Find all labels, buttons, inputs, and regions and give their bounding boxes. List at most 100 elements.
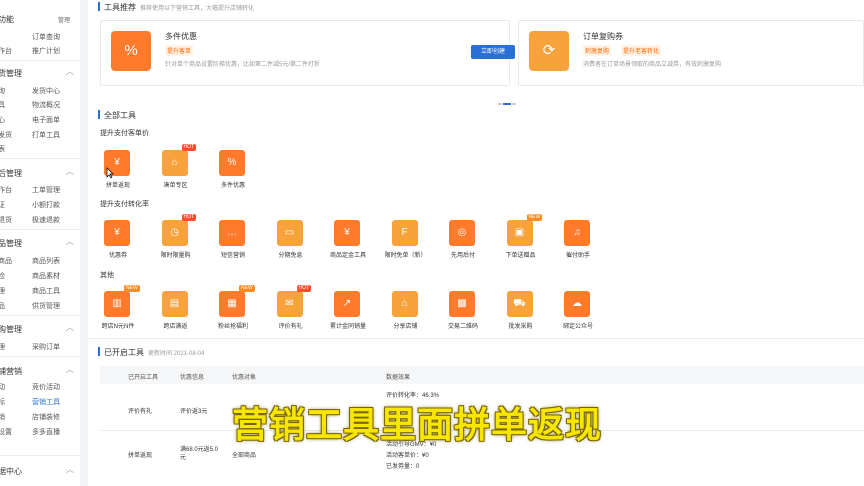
tool-item[interactable]: ◎ 先用后付 xyxy=(437,220,485,270)
tool-icon: ↗ xyxy=(334,291,360,317)
chevron-up-icon[interactable]: ︿ xyxy=(66,66,74,77)
tool-label: 分享店铺 xyxy=(393,324,418,330)
sidebar-divider xyxy=(0,356,80,357)
sidebar-item[interactable]: 发货中心 xyxy=(32,86,60,96)
tool-item[interactable]: ⌂ HOT 凑单专区 xyxy=(150,144,198,200)
tool-item[interactable]: ◷ HOT 限时限量购 xyxy=(150,214,198,270)
tool-item[interactable]: … 短信营销 xyxy=(207,220,255,270)
badge-new: NEW xyxy=(239,285,255,292)
tool-item[interactable]: ¥ 优惠券 xyxy=(92,220,140,270)
sidebar-item[interactable]: 极速退款 xyxy=(32,215,60,225)
tool-item[interactable]: ⌂ 分享店铺 xyxy=(380,291,428,341)
tool-label: 分期免息 xyxy=(278,253,303,259)
card-desc: 消费者在订单场景领取的商品立减券，有效刺激复购 xyxy=(583,62,722,68)
tool-item[interactable]: ▣ NEW 下单送赠品 xyxy=(495,214,543,270)
sidebar-item[interactable]: 电子面单 xyxy=(32,115,60,125)
tool-icon: ¥ xyxy=(104,220,130,246)
sidebar-item[interactable]: 小额打款 xyxy=(32,200,60,210)
chevron-up-icon[interactable]: ︿ xyxy=(66,166,74,177)
create-now-button[interactable]: 立即创建 xyxy=(471,45,515,59)
sidebar-top-badge[interactable]: 管理 xyxy=(58,15,70,24)
sidebar-item-marketing-tools[interactable]: 营销工具 xyxy=(32,397,60,407)
sidebar-item[interactable]: 作台 xyxy=(0,185,12,195)
sidebar-item[interactable]: 工单管理 xyxy=(32,185,60,195)
sidebar-item[interactable]: 理 xyxy=(0,342,5,352)
tool-label: 下单送赠品 xyxy=(505,253,536,259)
sidebar-group-title[interactable]: 品管理 xyxy=(0,238,22,249)
sidebar-item-promotion[interactable]: 推广计划 xyxy=(32,46,60,56)
sidebar-item-order-query[interactable]: 订单查询 xyxy=(32,32,60,42)
column-header: 优惠信息 xyxy=(180,375,205,381)
carousel-dots[interactable] xyxy=(498,92,517,110)
sidebar-item[interactable]: 检 xyxy=(0,271,5,281)
tool-item[interactable]: ▩ 交易二维码 xyxy=(437,291,485,341)
sidebar-item[interactable]: 采购订单 xyxy=(32,342,60,352)
sidebar-item[interactable]: 动 xyxy=(0,382,5,392)
tool-icon: % xyxy=(219,150,245,176)
sidebar-divider xyxy=(0,158,80,159)
sidebar-item[interactable]: 销 xyxy=(0,412,5,422)
sidebar-item[interactable]: 商品列表 xyxy=(32,256,60,266)
carousel-dot-active[interactable] xyxy=(503,103,511,105)
sidebar-item[interactable]: 发货 xyxy=(0,130,12,140)
sidebar-item[interactable]: 供货管理 xyxy=(32,301,60,311)
sidebar-item[interactable]: 具 xyxy=(0,100,5,110)
tool-icon: ◷ xyxy=(161,220,188,246)
tool-icon: ▥ xyxy=(104,291,130,317)
recommend-card[interactable]: ⟳ 订单复购券 刺激复购 提升老客转化 消费者在订单场景领取的商品立减券，有效刺… xyxy=(518,20,864,86)
tool-label: 短信营销 xyxy=(220,253,245,259)
tool-item[interactable]: F 限时免单（新） xyxy=(380,220,428,270)
tool-item[interactable]: ☁ 绑定公众号 xyxy=(552,291,600,341)
tool-icon: ✉ xyxy=(276,291,303,317)
sidebar-item[interactable]: 竞价活动 xyxy=(32,382,60,392)
tool-label: 评价有礼 xyxy=(278,324,303,330)
sidebar-group-title[interactable]: 据中心 xyxy=(0,466,22,477)
carousel-dot[interactable] xyxy=(512,103,516,105)
recommend-card[interactable]: % 多件优惠 提升客单 针对单个商品设置阶梯优惠，比如第二件减5元/第二件打折 … xyxy=(100,20,515,86)
sidebar-item[interactable]: 设置 xyxy=(0,427,12,437)
sidebar-group-title[interactable]: 铺营销 xyxy=(0,366,22,377)
chevron-up-icon[interactable]: ︿ xyxy=(66,364,74,375)
tool-item[interactable]: ↗ 累计金同销量 xyxy=(322,291,370,341)
tool-item[interactable]: ▤ 跨店满返 xyxy=(150,291,198,341)
column-header: 数据效果 xyxy=(386,375,411,381)
sidebar-item[interactable]: 证 xyxy=(0,200,5,210)
sidebar-group-title[interactable]: 购管理 xyxy=(0,324,22,335)
tool-item[interactable]: ¥ 拼单返现 xyxy=(92,150,140,200)
tool-item[interactable]: ¥ 商品定金工具 xyxy=(322,220,370,270)
tool-item[interactable]: % 多件优惠 xyxy=(207,150,255,200)
sidebar-item[interactable]: 多多直播 xyxy=(32,427,60,437)
sidebar-item[interactable]: 表 xyxy=(0,144,5,154)
card-tag: 提升客单 xyxy=(165,45,194,56)
carousel-dot[interactable] xyxy=(498,103,502,105)
tool-item[interactable]: ⛟ 批发采购 xyxy=(495,291,543,341)
category-label: 提升支付转化率 xyxy=(100,201,149,208)
sidebar-item[interactable]: 商品素材 xyxy=(32,271,60,281)
sidebar-item[interactable]: 品 xyxy=(0,301,5,311)
sidebar-item[interactable]: 询 xyxy=(0,86,5,96)
tool-item[interactable]: ▦ NEW 粉丝抢福利 xyxy=(207,285,255,341)
badge-hot: HOT xyxy=(181,144,197,151)
sidebar-item[interactable]: 商品 xyxy=(0,256,12,266)
tool-item[interactable]: ▥ NEW 跨店N元N件 xyxy=(92,285,140,341)
table-cell-target: 全部商品 xyxy=(232,453,257,459)
sidebar-item[interactable]: 物流概况 xyxy=(32,100,60,110)
sidebar-item[interactable]: 理 xyxy=(0,286,5,296)
sidebar-item-workbench[interactable]: 作台 xyxy=(0,46,12,56)
sidebar-item[interactable]: 标 xyxy=(0,397,5,407)
sidebar-group-title[interactable]: 后管理 xyxy=(0,168,22,179)
sidebar-item[interactable]: 商品工具 xyxy=(32,286,60,296)
sidebar-item[interactable]: 店铺装修 xyxy=(32,412,60,422)
chevron-up-icon[interactable]: ︿ xyxy=(66,236,74,247)
tool-item[interactable]: ▭ 分期免息 xyxy=(265,220,313,270)
tool-item[interactable]: ✉ HOT 评价有礼 xyxy=(265,285,313,341)
tool-icon: ▦ xyxy=(219,291,245,317)
sidebar-item[interactable]: 退货 xyxy=(0,215,12,225)
section-bar xyxy=(98,2,100,11)
tool-item[interactable]: ♫ 催付助手 xyxy=(552,220,600,270)
sidebar-group-title[interactable]: 货管理 xyxy=(0,68,22,79)
chevron-up-icon[interactable]: ︿ xyxy=(66,322,74,333)
chevron-up-icon[interactable]: ︿ xyxy=(66,464,74,475)
sidebar-item[interactable]: 心 xyxy=(0,115,5,125)
sidebar-item[interactable]: 打单工具 xyxy=(32,130,60,140)
